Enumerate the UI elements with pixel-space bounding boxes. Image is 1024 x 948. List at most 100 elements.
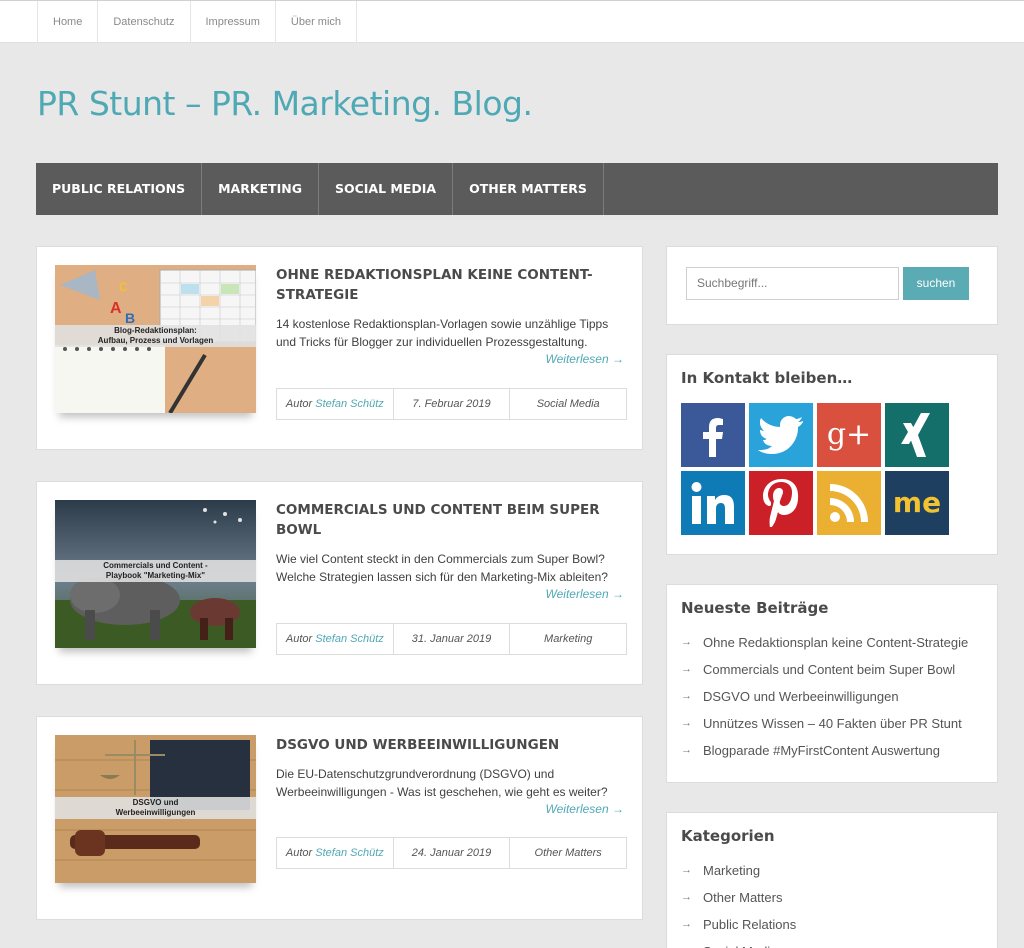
mainnav-social-media[interactable]: SOCIAL MEDIA [319,163,454,215]
arrow-icon: → [681,918,692,930]
author-prefix: Autor [285,633,313,645]
svg-text:A: A [110,300,122,317]
category-link[interactable]: Other Matters [703,884,782,911]
post-meta: Autor Stefan Schütz 31. Januar 2019 Mark… [276,623,627,655]
categories-list: → Marketing → Other Matters → Public Relati… [681,857,796,948]
category-link[interactable]: Public Relations [703,911,796,938]
main-navigation: PUBLIC RELATIONS MARKETING SOCIAL MEDIA … [36,163,998,215]
thumbnail-caption: DSGVO und Werbeeinwilligungen [55,797,256,819]
thumbnail-caption: Blog-Redaktionsplan: Aufbau, Prozess und… [55,325,256,347]
linkedin-icon[interactable] [681,471,745,535]
arrow-icon: → [681,744,692,756]
post-thumbnail[interactable]: Commercials und Content - Playbook "Mark… [55,500,256,648]
author-prefix: Autor [285,398,313,410]
thumbnail-caption-line: Commercials und Content - [103,561,208,570]
widget-title: Kategorien [681,827,775,845]
list-item[interactable]: → Public Relations [681,911,796,938]
topnav-home[interactable]: Home [38,1,99,43]
post-title[interactable]: OHNE REDAKTIONSPLAN KEINE CONTENT-STRATE… [276,265,616,305]
post-card: DSGVO und Werbeeinwilligungen DSGVO UND … [36,716,643,920]
topnav-datenschutz[interactable]: Datenschutz [98,1,191,43]
top-bar: Home Datenschutz Impressum Über mich [0,0,1024,43]
post-author: Autor Stefan Schütz [277,838,394,868]
list-item[interactable]: → Marketing [681,857,796,884]
pinterest-icon[interactable] [749,471,813,535]
author-link[interactable]: Stefan Schütz [315,633,384,645]
aboutme-glyph: me [892,486,942,519]
thumbnail-caption-line: Playbook "Marketing-Mix" [105,571,206,580]
thumbnail-caption: Commercials und Content - Playbook "Mark… [55,560,256,582]
arrow-icon: → [681,891,692,903]
recent-post-link[interactable]: Commercials und Content beim Super Bowl [703,656,955,683]
post-category[interactable]: Other Matters [510,838,626,868]
search-input[interactable]: Suchbegriff... [686,267,899,300]
recent-post-link[interactable]: Ohne Redaktionsplan keine Content-Strate… [703,629,968,656]
recent-posts-widget: Neueste Beiträge → Ohne Redaktionsplan ke… [666,584,998,783]
contact-widget: In Kontakt bleiben… g+ me [666,354,998,555]
mainnav-marketing[interactable]: MARKETING [202,163,319,215]
post-meta: Autor Stefan Schütz 24. Januar 2019 Othe… [276,837,627,869]
post-excerpt: Wie viel Content steckt in den Commercia… [276,552,608,584]
google-plus-icon[interactable]: g+ [817,403,881,467]
post-meta: Autor Stefan Schütz 7. Februar 2019 Soci… [276,388,627,420]
post-category[interactable]: Marketing [510,624,626,654]
author-link[interactable]: Stefan Schütz [315,847,384,859]
author-link[interactable]: Stefan Schütz [315,398,384,410]
recent-post-link[interactable]: Unnützes Wissen – 40 Fakten über PR Stun… [703,710,962,737]
author-prefix: Autor [285,847,313,859]
thumbnail-caption-line: Aufbau, Prozess und Vorlagen [97,336,214,345]
recent-posts-list: → Ohne Redaktionsplan keine Content-Strat… [681,629,968,764]
post-author: Autor Stefan Schütz [277,624,394,654]
arrow-icon: → [681,864,692,876]
facebook-icon[interactable] [681,403,745,467]
post-thumbnail[interactable]: A B C Blog-Redaktionsplan: Aufbau, Proze… [55,265,256,413]
read-more-link[interactable]: Weiterlesen → [546,352,624,366]
top-navigation: Home Datenschutz Impressum Über mich [37,1,358,43]
topnav-ueber-mich[interactable]: Über mich [276,1,358,43]
arrow-icon: → [681,690,692,702]
post-thumbnail[interactable]: DSGVO und Werbeeinwilligungen [55,735,256,883]
list-item[interactable]: → DSGVO und Werbeeinwilligungen [681,683,968,710]
widget-title: Neueste Beiträge [681,599,829,617]
rss-icon[interactable] [817,471,881,535]
svg-text:B: B [125,310,135,326]
google-plus-glyph: g+ [826,417,872,452]
arrow-icon: → [681,636,692,648]
post-date[interactable]: 7. Februar 2019 [394,389,511,419]
mainnav-other-matters[interactable]: OTHER MATTERS [453,163,604,215]
post-title[interactable]: DSGVO UND WERBEEINWILLIGUNGEN [276,735,616,755]
arrow-icon: → [681,717,692,729]
post-date[interactable]: 31. Januar 2019 [394,624,511,654]
site-title[interactable]: PR Stunt – PR. Marketing. Blog. [37,84,533,123]
twitter-icon[interactable] [749,403,813,467]
aboutme-icon[interactable]: me [885,471,949,535]
category-link[interactable]: Marketing [703,857,760,884]
arrow-icon: → [681,938,703,948]
read-more-link[interactable]: Weiterlesen → [546,587,624,601]
list-item[interactable]: →Social Media [681,938,796,948]
post-author: Autor Stefan Schütz [277,389,394,419]
list-item[interactable]: → Other Matters [681,884,796,911]
category-link[interactable]: Social Media [703,938,777,948]
svg-text:C: C [119,280,128,294]
post-date[interactable]: 24. Januar 2019 [394,838,511,868]
list-item[interactable]: → Blogparade #MyFirstContent Auswertung [681,737,968,764]
recent-post-link[interactable]: DSGVO und Werbeeinwilligungen [703,683,899,710]
list-item[interactable]: → Commercials und Content beim Super Bowl [681,656,968,683]
topnav-impressum[interactable]: Impressum [191,1,276,43]
list-item[interactable]: → Unnützes Wissen – 40 Fakten über PR Stu… [681,710,968,737]
search-button[interactable]: suchen [903,267,969,300]
post-card: Commercials und Content - Playbook "Mark… [36,481,643,685]
recent-post-link[interactable]: Blogparade #MyFirstContent Auswertung [703,737,940,764]
post-category[interactable]: Social Media [510,389,626,419]
post-title[interactable]: COMMERCIALS UND CONTENT BEIM SUPER BOWL [276,500,616,540]
read-more-link[interactable]: Weiterlesen → [546,802,624,816]
mainnav-public-relations[interactable]: PUBLIC RELATIONS [36,163,203,215]
list-item[interactable]: → Ohne Redaktionsplan keine Content-Strat… [681,629,968,656]
arrow-icon: → [681,663,692,675]
categories-widget: Kategorien → Marketing → Other Matters → Pu… [666,812,998,948]
thumbnail-caption-line: DSGVO und [132,798,179,807]
post-excerpt: Die EU-Datenschutzgrundverordnung (DSGVO… [276,767,608,799]
thumbnail-caption-line: Werbeeinwilligungen [115,808,196,817]
xing-icon[interactable] [885,403,949,467]
